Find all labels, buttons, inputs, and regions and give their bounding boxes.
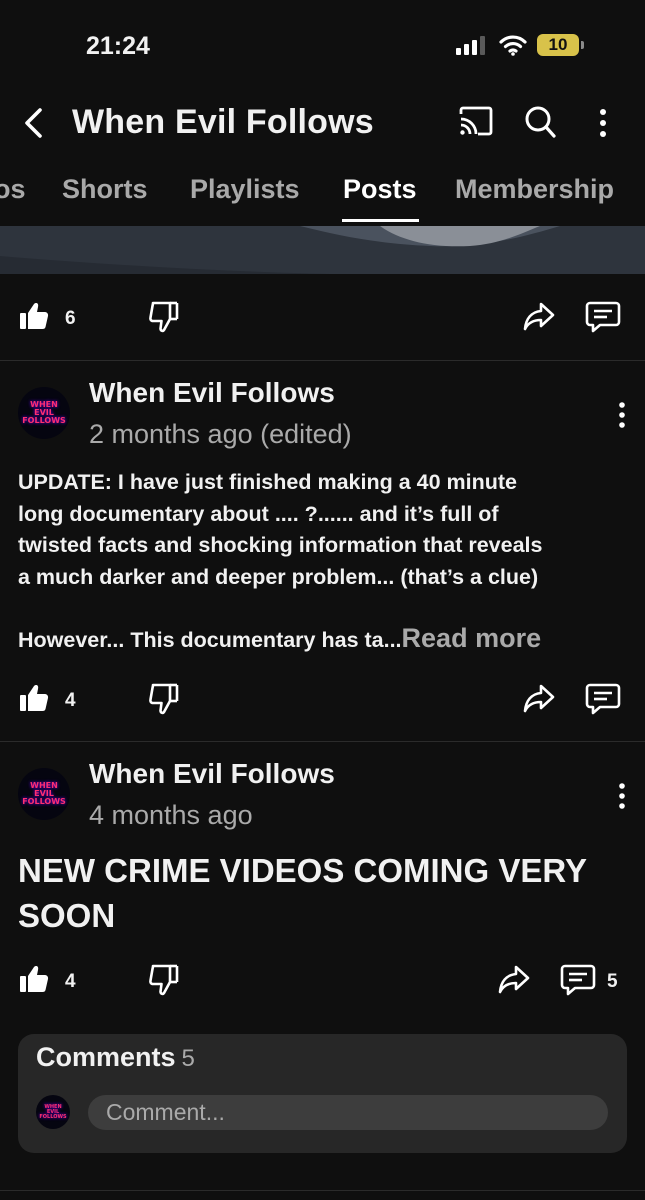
like-button[interactable] — [18, 963, 50, 995]
post-body-line: SOON — [18, 897, 116, 934]
post-actions: 4 5 — [0, 963, 645, 1003]
channel-tabs: os Shorts Playlists Posts Membership — [0, 170, 645, 222]
post-image-content — [0, 226, 645, 274]
channel-avatar[interactable]: WHEN EVIL FOLLOWS — [18, 768, 70, 820]
post-divider — [0, 360, 645, 361]
comment-icon — [560, 964, 596, 996]
channel-title: When Evil Follows — [72, 103, 374, 141]
post-body-truncated: However... This documentary has ta...Rea… — [18, 623, 628, 657]
comments-count: 5 — [181, 1045, 195, 1072]
post-body-line: twisted facts and shocking information t… — [18, 533, 543, 557]
tab-posts[interactable]: Posts — [343, 174, 417, 205]
post-time: 4 months ago — [89, 800, 253, 830]
comment-input[interactable]: Comment... — [88, 1095, 608, 1130]
more-vertical-icon — [619, 783, 625, 809]
post-actions: 6 — [0, 300, 645, 340]
comment-button[interactable] — [585, 300, 621, 334]
dislike-button[interactable] — [148, 682, 180, 716]
post-body-line: UPDATE: I have just finished making a 40… — [18, 470, 517, 494]
active-tab-indicator — [342, 219, 419, 222]
cellular-signal-icon — [456, 36, 485, 55]
post-body-line: long documentary about .... ?...... and … — [18, 501, 499, 526]
post-time: 2 months ago (edited) — [89, 419, 352, 449]
comment-button[interactable] — [585, 682, 621, 716]
post-menu-button[interactable] — [616, 401, 628, 429]
avatar-text: FOLLOWS — [22, 797, 66, 806]
comments-section[interactable]: Comments 5 WHEN EVIL FOLLOWS Comment... — [18, 1034, 627, 1153]
thumbs-up-icon — [20, 303, 49, 329]
thumbs-down-icon — [149, 683, 179, 715]
post-author[interactable]: When Evil Follows — [89, 758, 335, 790]
thumbs-down-icon — [149, 301, 179, 333]
tab-membership[interactable]: Membership — [455, 174, 614, 205]
comment-icon — [585, 301, 621, 333]
share-icon — [523, 684, 555, 713]
post-author[interactable]: When Evil Follows — [89, 377, 335, 409]
more-vertical-icon — [600, 109, 606, 137]
post-body-line: NEW CRIME VIDEOS COMING VERY — [18, 852, 587, 889]
post-actions: 4 — [0, 682, 645, 722]
channel-avatar[interactable]: WHEN EVIL FOLLOWS — [18, 387, 70, 439]
share-button[interactable] — [497, 963, 531, 995]
dislike-button[interactable] — [148, 963, 180, 997]
search-button[interactable] — [523, 104, 557, 140]
tab-playlists[interactable]: Playlists — [190, 174, 300, 205]
post-divider — [0, 1190, 645, 1191]
post-body-line: a much darker and deeper problem... (tha… — [18, 564, 539, 589]
user-avatar: WHEN EVIL FOLLOWS — [36, 1095, 70, 1129]
like-count: 4 — [65, 690, 76, 711]
wifi-icon — [499, 35, 527, 56]
like-button[interactable] — [18, 300, 50, 332]
avatar-text: FOLLOWS — [39, 1113, 67, 1120]
thumbs-down-icon — [149, 964, 179, 996]
status-indicators: 10 — [455, 34, 584, 56]
comments-title: Comments — [36, 1042, 176, 1072]
post-menu-button[interactable] — [616, 782, 628, 810]
back-button[interactable] — [20, 106, 48, 140]
cast-button[interactable] — [458, 104, 494, 138]
status-time: 21:24 — [86, 32, 150, 60]
post-divider — [0, 741, 645, 742]
tab-shorts[interactable]: Shorts — [62, 174, 148, 205]
share-button[interactable] — [522, 300, 556, 332]
share-icon — [498, 965, 530, 994]
thumbs-up-icon — [20, 685, 49, 711]
comment-count: 5 — [607, 971, 618, 992]
thumbs-up-icon — [20, 966, 49, 992]
like-count: 6 — [65, 308, 76, 329]
share-icon — [523, 302, 555, 331]
post-body-line: However... This documentary has ta... — [18, 628, 402, 652]
comment-button[interactable] — [560, 963, 596, 997]
share-button[interactable] — [522, 682, 556, 714]
comment-icon — [585, 683, 621, 715]
post-body: NEW CRIME VIDEOS COMING VERY SOON — [18, 848, 628, 938]
chevron-left-icon — [25, 108, 42, 138]
like-count: 4 — [65, 971, 76, 992]
cast-icon — [459, 106, 493, 136]
search-icon — [525, 106, 556, 138]
post-image[interactable] — [0, 226, 645, 274]
comments-header: Comments 5 — [36, 1042, 195, 1073]
dislike-button[interactable] — [148, 300, 180, 334]
tab-videos[interactable]: os — [0, 174, 26, 205]
battery-indicator: 10 — [537, 34, 584, 56]
post-body: UPDATE: I have just finished making a 40… — [18, 467, 628, 593]
like-button[interactable] — [18, 682, 50, 714]
more-vertical-icon — [619, 402, 625, 428]
more-options-button[interactable] — [597, 108, 609, 138]
avatar-text: FOLLOWS — [22, 416, 66, 425]
read-more-link[interactable]: Read more — [402, 623, 542, 653]
